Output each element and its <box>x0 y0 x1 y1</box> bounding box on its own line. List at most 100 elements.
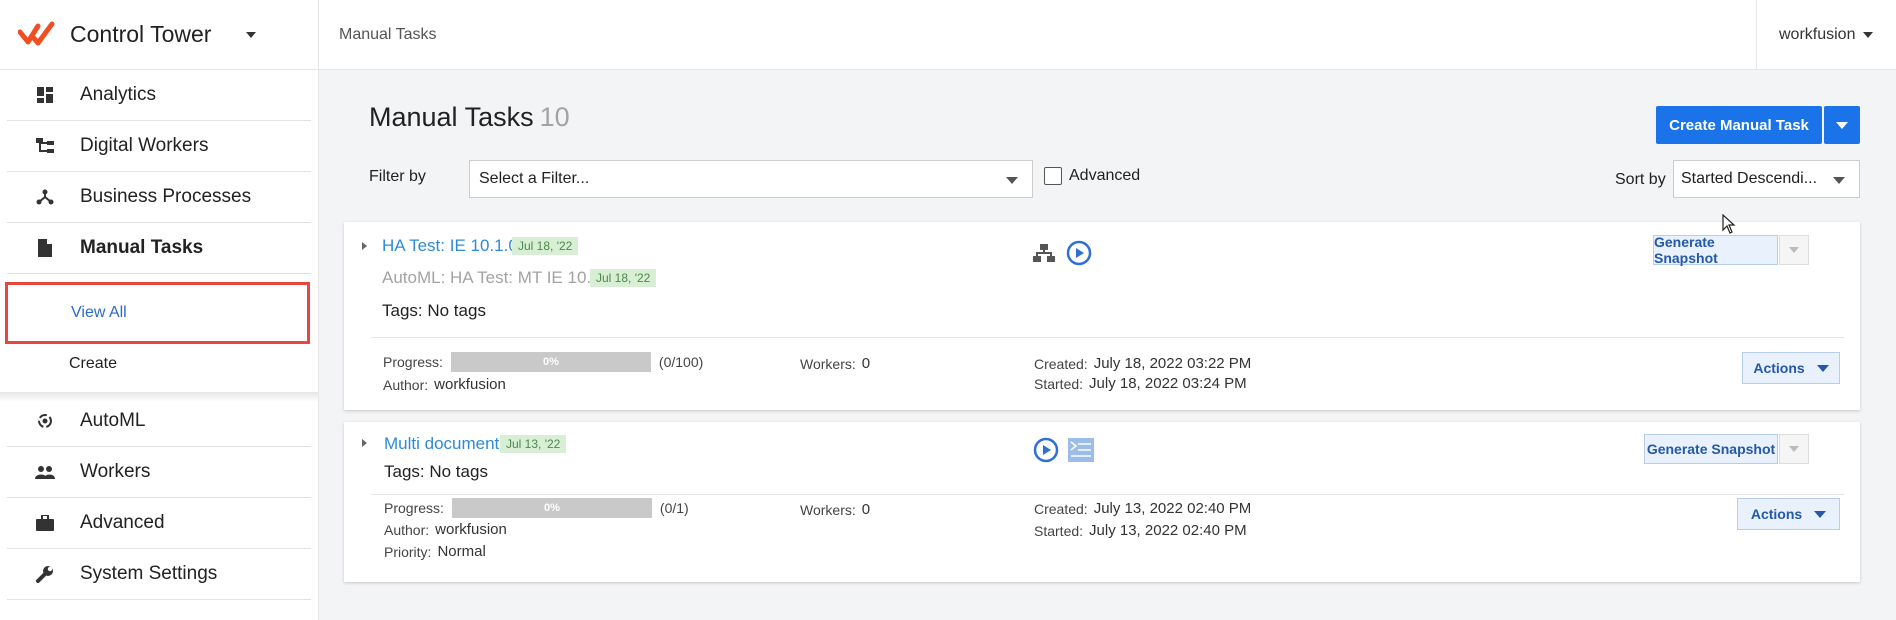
started-value: July 13, 2022 02:40 PM <box>1089 522 1247 539</box>
page-title: Manual Tasks 10 <box>369 102 570 133</box>
app-title: Control Tower <box>70 21 212 47</box>
created-row: Created: July 18, 2022 03:22 PM <box>1034 355 1251 372</box>
sidebar-subitem-create[interactable]: Create <box>0 344 318 384</box>
chevron-down-icon <box>1816 364 1829 372</box>
advanced-label: Advanced <box>1069 167 1141 184</box>
advanced-checkbox[interactable] <box>1044 167 1062 185</box>
created-label: Created: <box>1034 500 1088 517</box>
divider <box>371 494 1844 495</box>
author-value: workfusion <box>435 521 507 538</box>
create-manual-task-button[interactable]: Create Manual Task <box>1656 106 1822 144</box>
started-label: Started: <box>1034 375 1084 392</box>
sidebar: Control Tower Analytics Digital Workers … <box>0 0 319 620</box>
date-badge: Jul 13, '22 <box>500 435 567 453</box>
process-hierarchy-icon[interactable] <box>1032 241 1056 265</box>
actions-label: Actions <box>1750 506 1803 522</box>
divider <box>371 337 1844 338</box>
chevron-down-icon <box>1006 177 1018 184</box>
sidebar-item-label: Digital Workers <box>80 135 209 156</box>
actions-label: Actions <box>1753 360 1805 376</box>
snapshot-options-button[interactable] <box>1779 434 1809 464</box>
actions-button[interactable]: Actions <box>1742 352 1840 384</box>
progress-label: Progress: <box>384 500 444 516</box>
breadcrumb[interactable]: Manual Tasks <box>319 26 437 44</box>
chevron-down-icon[interactable] <box>246 31 256 38</box>
play-circle-icon[interactable] <box>1032 436 1060 464</box>
author-value: workfusion <box>434 376 506 393</box>
sidebar-submenu: View All Create <box>0 274 318 392</box>
chevron-down-icon <box>1814 510 1827 518</box>
sidebar-item-label: Analytics <box>80 84 157 105</box>
sidebar-item-advanced[interactable]: Advanced <box>7 498 311 549</box>
task-title-link[interactable]: Multi documents <box>384 434 508 454</box>
sidebar-item-digital-workers[interactable]: Digital Workers <box>7 121 311 172</box>
sidebar-item-system-settings[interactable]: System Settings <box>7 549 311 600</box>
main-content: Manual Tasks 10 Create Manual Task Filter… <box>319 70 1896 620</box>
sidebar-item-label: System Settings <box>80 563 218 584</box>
filter-select-value: Select a Filter... <box>479 170 590 187</box>
chevron-down-icon <box>1833 177 1845 184</box>
filter-select[interactable]: Select a Filter... <box>469 160 1033 198</box>
created-label: Created: <box>1034 355 1088 372</box>
expand-caret-icon[interactable] <box>362 439 367 447</box>
sidebar-item-business-processes[interactable]: Business Processes <box>7 172 311 223</box>
mouse-cursor-icon <box>1722 214 1736 234</box>
task-tags: Tags: No tags <box>382 301 486 320</box>
workers-row: Workers: 0 <box>800 501 870 518</box>
task-card: Multi documents Jul 13, '22 Tags: No tag… <box>344 422 1860 582</box>
chevron-down-icon <box>1789 446 1799 452</box>
progress-row: Progress: 0% (0/1) <box>384 498 689 518</box>
sidebar-item-workers[interactable]: Workers <box>7 447 311 498</box>
expand-caret-icon[interactable] <box>362 242 367 250</box>
sort-label: Sort by <box>1615 171 1666 188</box>
generate-snapshot-button[interactable]: Generate Snapshot <box>1644 434 1778 464</box>
play-circle-icon[interactable] <box>1065 239 1093 267</box>
user-menu[interactable]: workfusion <box>1756 0 1896 70</box>
workers-label: Workers: <box>800 355 856 372</box>
task-title-link[interactable]: HA Test: IE 10.1.0.2 <box>382 236 532 256</box>
workers-row: Workers: 0 <box>800 355 870 372</box>
progress-bar: 0% <box>450 352 651 372</box>
automl-icon <box>35 411 55 431</box>
sidebar-item-label: Manual Tasks <box>80 237 204 258</box>
process-graph-icon <box>35 187 55 207</box>
sidebar-subitem-view-all[interactable]: View All <box>5 282 310 344</box>
author-label: Author: <box>383 376 429 393</box>
user-name: workfusion <box>1779 26 1856 43</box>
sort-select-value: Started Descendi... <box>1681 170 1818 187</box>
task-count: 10 <box>539 102 570 132</box>
generate-snapshot-button[interactable]: Generate Snapshot <box>1653 234 1778 266</box>
sidebar-item-label: Business Processes <box>80 186 252 207</box>
chevron-down-icon <box>1863 32 1874 38</box>
document-preview-icon[interactable] <box>1068 437 1094 463</box>
workers-value: 0 <box>861 355 871 372</box>
created-row: Created: July 13, 2022 02:40 PM <box>1034 500 1251 517</box>
workers-value: 0 <box>861 501 871 518</box>
started-value: July 18, 2022 03:24 PM <box>1089 375 1247 392</box>
author-row: Author: workfusion <box>383 376 506 393</box>
progress-fraction: (0/100) <box>658 354 704 370</box>
priority-row: Priority: Normal <box>384 543 486 560</box>
sort-select[interactable]: Started Descendi... <box>1673 160 1860 198</box>
task-tags: Tags: No tags <box>384 462 488 481</box>
sidebar-item-label: AutoML <box>80 410 146 431</box>
advanced-filter-toggle[interactable]: Advanced <box>1044 167 1140 185</box>
sidebar-item-analytics[interactable]: Analytics <box>7 70 311 121</box>
progress-bar: 0% <box>451 498 652 518</box>
progress-percent: 0% <box>543 502 560 514</box>
actions-button[interactable]: Actions <box>1737 498 1840 530</box>
snapshot-options-button[interactable] <box>1779 235 1809 265</box>
sidebar-item-manual-tasks[interactable]: Manual Tasks <box>7 223 311 274</box>
created-value: July 13, 2022 02:40 PM <box>1093 500 1252 517</box>
wrench-icon <box>35 564 55 584</box>
sidebar-item-label: Advanced <box>80 512 165 533</box>
create-options-dropdown-button[interactable] <box>1824 106 1860 144</box>
priority-label: Priority: <box>384 543 432 560</box>
task-card: HA Test: IE 10.1.0.2 Jul 18, '22 AutoML:… <box>344 222 1860 410</box>
sidebar-item-automl[interactable]: AutoML <box>7 396 311 447</box>
date-badge: Jul 18, '22 <box>590 269 657 287</box>
app-switcher[interactable]: Control Tower <box>0 0 318 70</box>
author-row: Author: workfusion <box>384 521 507 538</box>
chevron-down-icon <box>1789 247 1799 253</box>
progress-row: Progress: 0% (0/100) <box>383 352 703 372</box>
